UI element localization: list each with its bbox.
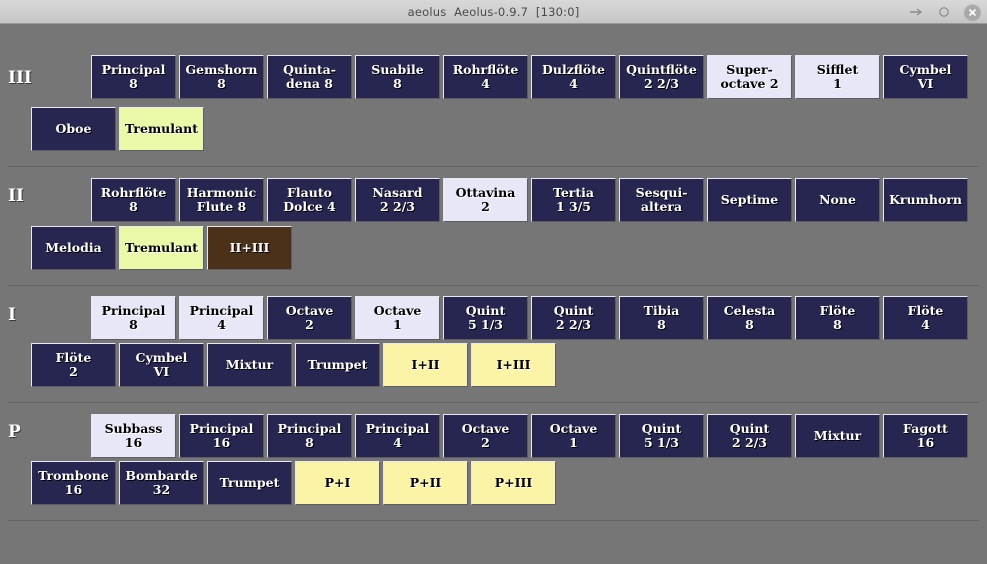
stop-button[interactable]: Fagott 16 [883, 414, 968, 458]
stop-button[interactable]: Principal 8 [91, 55, 176, 99]
stop-button[interactable]: Dulzflöte 4 [531, 55, 616, 99]
stop-button[interactable]: Principal 8 [267, 414, 352, 458]
stop-button[interactable]: Sifflet 1 [795, 55, 880, 99]
division-label-II: II [8, 186, 24, 206]
stop-button[interactable]: Harmonic Flute 8 [179, 178, 264, 222]
stop-button[interactable]: Flauto Dolce 4 [267, 178, 352, 222]
division-label-I: I [8, 305, 16, 325]
stop-button[interactable]: Flöte 8 [795, 296, 880, 340]
division-label-III: III [8, 68, 32, 88]
stop-button[interactable]: I+III [471, 343, 556, 387]
stop-button[interactable]: Octave 2 [443, 414, 528, 458]
maximize-icon[interactable] [936, 4, 952, 20]
stop-button[interactable]: Super- octave 2 [707, 55, 792, 99]
stop-button[interactable]: Octave 1 [531, 414, 616, 458]
stop-button[interactable]: Quint 2 2/3 [531, 296, 616, 340]
stop-button[interactable]: Rohrflöte 4 [443, 55, 528, 99]
stop-button[interactable]: Octave 1 [355, 296, 440, 340]
stop-button[interactable]: Krumhorn [883, 178, 968, 222]
stop-button[interactable]: Tremulant [119, 107, 204, 151]
window-controls [908, 0, 981, 24]
stop-button[interactable]: Tibia 8 [619, 296, 704, 340]
stop-button[interactable]: Tremulant [119, 226, 204, 270]
control-panel: Preset 1 Bank 1 Recall Prev Next Store I… [0, 496, 987, 564]
stop-button[interactable]: Quint 2 2/3 [707, 414, 792, 458]
divider-2 [8, 285, 979, 286]
stop-button[interactable]: Celesta 8 [707, 296, 792, 340]
stop-button[interactable]: Quint 5 1/3 [443, 296, 528, 340]
stop-button[interactable]: Mixtur [795, 414, 880, 458]
divider-1 [8, 166, 979, 167]
divider-3 [8, 402, 979, 403]
stop-button[interactable]: Principal 16 [179, 414, 264, 458]
stop-button[interactable]: Sesqui- altera [619, 178, 704, 222]
stop-button[interactable]: Principal 4 [355, 414, 440, 458]
stop-button[interactable]: I+II [383, 343, 468, 387]
division-label-P: P [8, 422, 21, 442]
stop-button[interactable]: Subbass 16 [91, 414, 176, 458]
stop-button[interactable]: Cymbel VI [883, 55, 968, 99]
window-title: aeolus Aeolus-0.9.7 [130:0] [407, 4, 580, 19]
stop-button[interactable]: Rohrflöte 8 [91, 178, 176, 222]
stop-button[interactable]: None [795, 178, 880, 222]
stop-button[interactable]: Quintflöte 2 2/3 [619, 55, 704, 99]
stop-button[interactable]: Tertia 1 3/5 [531, 178, 616, 222]
stop-button[interactable]: Quinta- dena 8 [267, 55, 352, 99]
close-icon[interactable] [964, 3, 981, 21]
stop-button[interactable]: Septime [707, 178, 792, 222]
stop-button[interactable]: Quint 5 1/3 [619, 414, 704, 458]
stop-button[interactable]: Nasard 2 2/3 [355, 178, 440, 222]
stop-button[interactable]: Oboe [31, 107, 116, 151]
window-titlebar: aeolus Aeolus-0.9.7 [130:0] [0, 0, 987, 24]
stop-button[interactable]: Principal 4 [179, 296, 264, 340]
stop-button[interactable]: Mixtur [207, 343, 292, 387]
stop-button[interactable]: Flöte 4 [883, 296, 968, 340]
stop-button[interactable]: Melodia [31, 226, 116, 270]
minimize-icon[interactable] [908, 4, 924, 20]
stop-button[interactable]: Trumpet [295, 343, 380, 387]
stop-button[interactable]: II+III [207, 226, 292, 270]
stop-button[interactable]: Flöte 2 [31, 343, 116, 387]
stop-button[interactable]: Cymbel VI [119, 343, 204, 387]
stop-button[interactable]: Principal 8 [91, 296, 176, 340]
stop-button[interactable]: Octave 2 [267, 296, 352, 340]
stop-button[interactable]: Gemshorn 8 [179, 55, 264, 99]
stop-button[interactable]: Ottavina 2 [443, 178, 528, 222]
organ-console: III Principal 8 Gemshorn 8 Quinta- dena 8S… [0, 24, 987, 564]
stop-button[interactable]: Suabile 8 [355, 55, 440, 99]
